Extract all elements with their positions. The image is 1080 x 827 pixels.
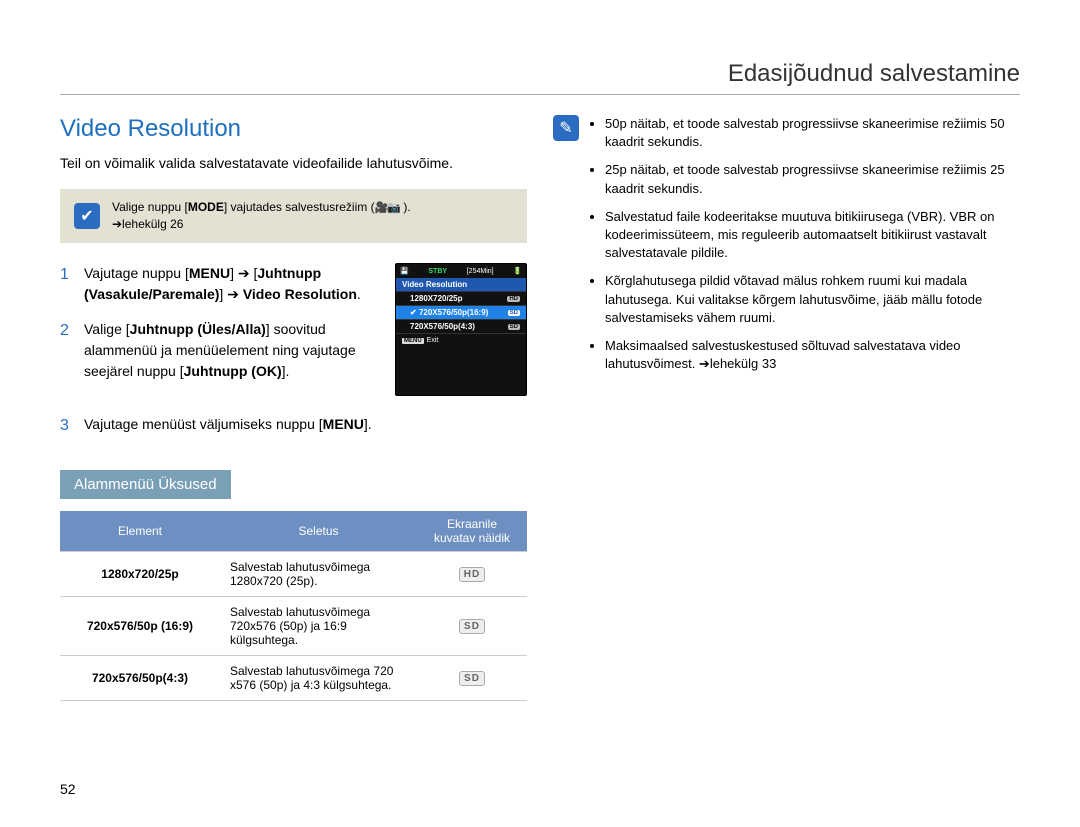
info-icon: ✎: [553, 115, 579, 141]
cam-row-2-selected: ✔ 720X576/50p(16:9)SD: [396, 305, 526, 319]
bullet: Kõrglahutusega pildid võtavad mälus rohk…: [605, 272, 1020, 327]
battery-icon: 🔋: [513, 267, 522, 275]
bullet: 50p näitab, et toode salvestab progressi…: [605, 115, 1020, 151]
cam-menu-heading: Video Resolution: [396, 278, 526, 291]
bullet: 25p näitab, et toode salvestab progressi…: [605, 161, 1020, 197]
bullet: Maksimaalsed salvestuskestused sõltuvad …: [605, 337, 1020, 373]
cam-row-3: 720X576/50p(4:3)SD: [396, 319, 526, 333]
page-number: 52: [60, 781, 76, 797]
right-note-block: ✎ 50p näitab, et toode salvestab progres…: [553, 115, 1020, 383]
table-row: 720x576/50p (16:9) Salvestab lahutusvõim…: [60, 597, 527, 656]
stby-label: STBY: [428, 268, 447, 275]
table-row: 1280x720/25p Salvestab lahutusvõimega 12…: [60, 552, 527, 597]
table-row: 720x576/50p(4:3) Salvestab lahutusvõimeg…: [60, 656, 527, 701]
hd-badge: HD: [459, 567, 485, 582]
step-1: 1 Vajutage nuppu [MENU] ➔ [Juhtnupp (Vas…: [60, 263, 375, 305]
submenu-heading: Alammenüü Üksused: [60, 470, 231, 499]
th-desc: Seletus: [220, 511, 417, 552]
cam-row-1: 1280X720/25pHD: [396, 291, 526, 305]
camera-screen: 💾STBY[254Min]🔋 Video Resolution 1280X720…: [395, 263, 527, 396]
mode-note-text: Valige nuppu [MODE] vajutades salvestusr…: [112, 199, 411, 233]
bullet: Salvestatud faile kodeeritakse muutuva b…: [605, 208, 1020, 263]
sd-badge: SD: [459, 671, 485, 686]
rec-time: [254Min]: [467, 268, 494, 275]
submenu-table: Element Seletus Ekraanile kuvatav näidik…: [60, 511, 527, 701]
video-photo-icon: 🎥📷: [375, 202, 400, 214]
th-indicator: Ekraanile kuvatav näidik: [417, 511, 527, 552]
intro-text: Teil on võimalik valida salvestatavate v…: [60, 155, 527, 171]
step-3: 3 Vajutage menüüst väljumiseks nuppu [ME…: [60, 414, 527, 438]
divider: [60, 94, 1020, 95]
step-2: 2 Valige [Juhtnupp (Üles/Alla)] soovitud…: [60, 319, 375, 382]
chapter-title: Edasijõudnud salvestamine: [60, 60, 1020, 88]
mode-note: ✔ Valige nuppu [MODE] vajutades salvestu…: [60, 189, 527, 243]
page-title: Video Resolution: [60, 115, 527, 143]
cam-exit: MENUExit: [396, 333, 526, 347]
th-element: Element: [60, 511, 220, 552]
sd-badge: SD: [459, 619, 485, 634]
check-icon: ✔: [74, 203, 100, 229]
